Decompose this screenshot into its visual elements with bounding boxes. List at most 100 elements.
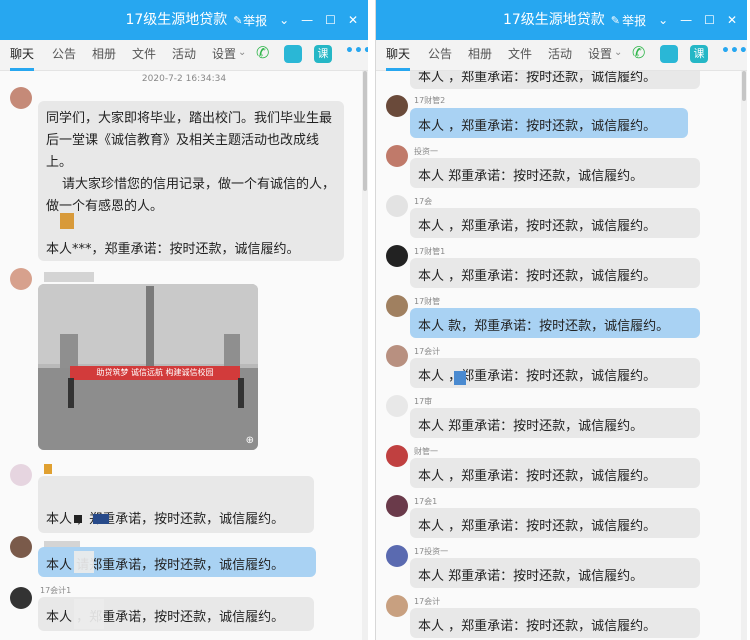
message-bubble[interactable]: 本人 款，郑重承诺：按时还款，诚信履约。 <box>410 308 700 338</box>
sender-name: 投资一 <box>414 147 438 156</box>
avatar[interactable] <box>386 495 408 517</box>
edit-pencil-icon[interactable]: ✎ <box>611 14 620 27</box>
message-text: 本人 郑重承诺：按时还款，诚信履约。 <box>418 569 644 584</box>
message-text: 本人 ，郑重承诺：按时还款，诚信履约。 <box>418 469 657 484</box>
message-bubble[interactable]: 本人 郑重承诺：按时还款，诚信履约。 <box>410 158 700 188</box>
scrollbar-thumb[interactable] <box>363 71 367 191</box>
sender-name: 17会 <box>414 197 433 206</box>
close-icon[interactable]: ✕ <box>727 13 737 27</box>
dropdown-arrow-icon[interactable]: ⌄ <box>658 13 668 27</box>
tab-files[interactable]: 文件 <box>508 40 532 68</box>
avatar[interactable] <box>386 145 408 167</box>
message-bubble[interactable]: 本人 ，郑重承诺，按时还款，诚信履约。 <box>410 208 700 238</box>
close-icon[interactable]: ✕ <box>348 13 358 27</box>
message-text: 本人 郑重承诺：按时还款，诚信履约。 <box>418 169 644 184</box>
chevron-down-icon[interactable]: ⌄ <box>614 47 622 58</box>
notice-line: 后一堂课《诚信教育》及相关主题活动也改成线 <box>46 133 320 148</box>
notice-line: 本人***，郑重承诺：按时还款，诚信履约。 <box>46 242 300 257</box>
more-icon[interactable]: ••• <box>345 43 368 59</box>
avatar[interactable] <box>10 587 32 609</box>
tab-activities[interactable]: 活动 <box>548 40 572 68</box>
avatar[interactable] <box>386 445 408 467</box>
message-bubble[interactable]: 本人 ，郑重承诺，按时还款，诚信履约。 <box>38 476 314 533</box>
message-text: 本人 ，郑重承诺：按时还款，诚信履约。 <box>418 269 657 284</box>
dropdown-arrow-icon[interactable]: ⌄ <box>279 13 289 27</box>
tab-settings[interactable]: 设置 <box>588 40 612 68</box>
message-bubble[interactable]: 本人 郑重承诺：按时还款，诚信履约。 <box>410 558 700 588</box>
tab-announcement[interactable]: 公告 <box>52 40 76 68</box>
report-link[interactable]: 举报 <box>243 12 267 29</box>
message-bubble[interactable]: 本人 ，郑重承诺：按时还款，诚信履约。 <box>410 71 700 89</box>
message-text: 本人 ，郑重承诺：按时还款，诚信履约。 <box>418 519 657 534</box>
photo-person <box>68 378 74 408</box>
tab-album[interactable]: 相册 <box>468 40 492 68</box>
video-icon[interactable] <box>660 45 678 63</box>
sender-name: 财管一 <box>414 447 438 456</box>
avatar[interactable] <box>386 345 408 367</box>
avatar[interactable] <box>386 295 408 317</box>
message-list[interactable]: 本人 ，郑重承诺：按时还款，诚信履约。 17财管2 本人 ，郑重承诺：按时还款，… <box>376 71 747 640</box>
video-icon[interactable] <box>284 45 302 63</box>
maximize-icon[interactable]: ☐ <box>325 13 336 27</box>
sender-name: 17会计1 <box>40 586 72 595</box>
tab-bar: 聊天 公告 相册 文件 活动 设置 ⌄ ✆ 课 ••• <box>0 40 368 71</box>
sender-name: 17会1 <box>414 497 438 506</box>
redaction <box>74 551 94 573</box>
avatar[interactable] <box>10 464 32 486</box>
avatar[interactable] <box>10 536 32 558</box>
scrollbar[interactable] <box>741 71 747 640</box>
photo-message[interactable]: 助贷筑梦 诚信远航 构建诚信校园 ⊕ <box>38 284 258 450</box>
more-icon[interactable]: ••• <box>721 43 747 59</box>
sender-name: 17会计 <box>414 347 441 356</box>
zoom-icon[interactable]: ⊕ <box>246 435 254 446</box>
avatar[interactable] <box>386 545 408 567</box>
message-bubble[interactable]: 本人 ，郑重承诺：按时还款，诚信履约。 <box>410 258 700 288</box>
phone-icon[interactable]: ✆ <box>632 43 650 62</box>
message-bubble[interactable]: 本人 郑重承诺：按时还款，诚信履约。 <box>410 408 700 438</box>
course-icon[interactable]: 课 <box>314 45 332 63</box>
edit-pencil-icon[interactable]: ✎ <box>233 14 242 27</box>
chat-window-right: 17级生源地贷款 ✎ 举报 ⌄ — ☐ ✕ 聊天 公告 相册 文件 活动 设置 ⌄… <box>375 0 747 640</box>
maximize-icon[interactable]: ☐ <box>704 13 715 27</box>
message-bubble[interactable]: 本人 ，郑重承诺：按时还款，诚信履约。 <box>410 458 700 488</box>
chat-window-left: 17级生源地贷款 ✎ 举报 ⌄ — ☐ ✕ 聊天 公告 相册 文件 活动 设置 ⌄… <box>0 0 368 640</box>
notice-bubble[interactable]: 同学们，大家即将毕业，踏出校门。我们毕业生最 后一堂课《诚信教育》及相关主题活动… <box>38 101 344 261</box>
report-link[interactable]: 举报 <box>622 12 646 29</box>
avatar[interactable] <box>386 595 408 617</box>
window-controls: 举报 ⌄ — ☐ ✕ <box>622 0 737 40</box>
scrollbar-thumb[interactable] <box>742 71 746 101</box>
emoji-sticker <box>60 213 74 229</box>
title-bar: 17级生源地贷款 ✎ 举报 ⌄ — ☐ ✕ <box>0 0 368 40</box>
phone-icon[interactable]: ✆ <box>256 43 274 62</box>
course-icon[interactable]: 课 <box>690 45 708 63</box>
window-controls: 举报 ⌄ — ☐ ✕ <box>243 0 358 40</box>
tab-announcement[interactable]: 公告 <box>428 40 452 68</box>
avatar[interactable] <box>386 95 408 117</box>
notice-line: 请大家珍惜您的信用记录，做一个有诚信的人， <box>62 177 336 192</box>
minimize-icon[interactable]: — <box>680 13 692 27</box>
tab-settings[interactable]: 设置 <box>212 40 236 68</box>
message-bubble[interactable]: 本人 ，郑重承诺：按时还款，诚信履约。 <box>410 508 700 538</box>
message-bubble[interactable]: 本人 ，郑重承诺：按时还款，诚信履约。 <box>410 108 688 138</box>
avatar[interactable] <box>10 87 32 109</box>
tab-album[interactable]: 相册 <box>92 40 116 68</box>
minimize-icon[interactable]: — <box>301 13 313 27</box>
tab-chat[interactable]: 聊天 <box>10 40 35 71</box>
tab-files[interactable]: 文件 <box>132 40 156 68</box>
group-title-text: 17级生源地贷款 <box>502 12 605 28</box>
tab-chat[interactable]: 聊天 <box>386 40 411 71</box>
message-list[interactable]: 2020-7-2 16:34:34 同学们，大家即将毕业，踏出校门。我们毕业生最… <box>0 71 368 640</box>
avatar[interactable] <box>10 268 32 290</box>
tab-activities[interactable]: 活动 <box>172 40 196 68</box>
photo-person <box>238 378 244 408</box>
avatar[interactable] <box>386 195 408 217</box>
message-bubble[interactable]: 本人 ，郑重承诺：按时还款，诚信履约。 <box>410 608 700 638</box>
redaction <box>93 514 109 524</box>
avatar[interactable] <box>386 395 408 417</box>
chevron-down-icon[interactable]: ⌄ <box>238 47 246 58</box>
notice-line: 同学们，大家即将毕业，踏出校门。我们毕业生最 <box>46 111 333 126</box>
avatar[interactable] <box>386 245 408 267</box>
scrollbar[interactable] <box>362 71 368 640</box>
redaction <box>74 599 104 629</box>
message-text: 本人 ，郑重承诺，按时还款，诚信履约。 <box>418 219 657 234</box>
